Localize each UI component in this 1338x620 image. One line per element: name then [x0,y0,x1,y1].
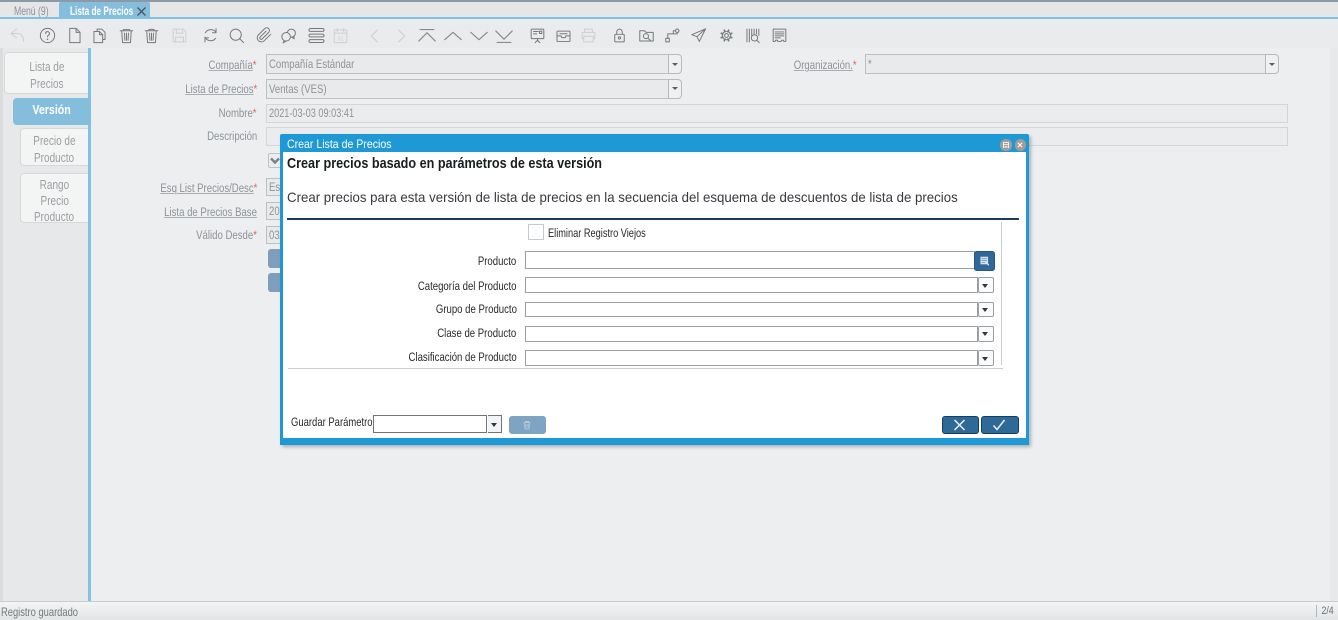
svg-text:31: 31 [338,36,344,42]
